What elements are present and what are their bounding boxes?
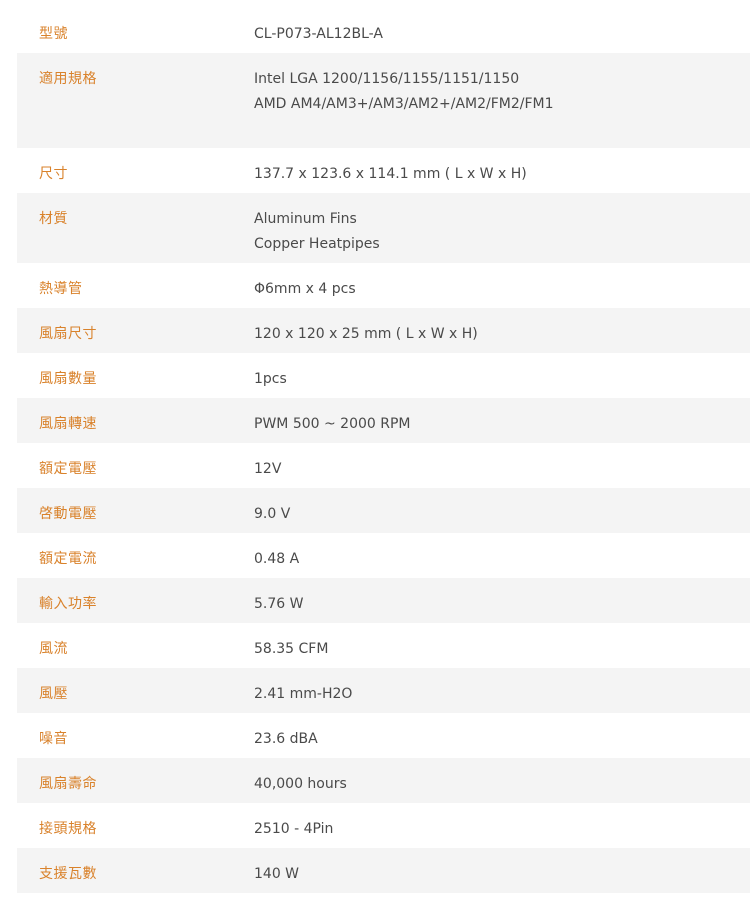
spec-value-line: 0.48 A [254, 551, 300, 567]
spec-value: 23.6 dBA [254, 727, 750, 752]
spec-value: 58.35 CFM [254, 637, 750, 662]
spec-value: 5.76 W [254, 592, 750, 617]
spec-label: 風扇尺寸 [39, 326, 97, 342]
spec-label: 輸入功率 [39, 596, 97, 612]
spec-row-start-voltage: 啓動電壓 9.0 V [17, 488, 750, 533]
spec-row-fan-size: 風扇尺寸 120 x 120 x 25 mm ( L x W x H) [17, 308, 750, 353]
spec-label: 啓動電壓 [39, 506, 97, 522]
spec-value-line: 140 W [254, 866, 300, 882]
spec-row-airflow: 風流 58.35 CFM [17, 623, 750, 668]
spec-value: 9.0 V [254, 502, 750, 527]
spec-value-line: CL-P073-AL12BL-A [254, 26, 383, 42]
spec-row-compatibility: 適用規格 Intel LGA 1200/1156/1155/1151/1150 … [17, 53, 750, 148]
spec-value-line: 58.35 CFM [254, 641, 329, 657]
spec-label: 風扇數量 [39, 371, 97, 387]
spec-row-rated-voltage: 額定電壓 12V [17, 443, 750, 488]
spec-value-line: 23.6 dBA [254, 731, 318, 747]
spec-value-line: 9.0 V [254, 506, 291, 522]
spec-row-heatpipes: 熱導管 Φ6mm x 4 pcs [17, 263, 750, 308]
spec-label: 風扇轉速 [39, 416, 97, 432]
spec-value: Aluminum Fins Copper Heatpipes [254, 207, 750, 257]
spec-value-line: 1pcs [254, 371, 287, 387]
spec-value: 0.48 A [254, 547, 750, 572]
spec-value-line: 12V [254, 461, 282, 477]
spec-label: 材質 [39, 211, 68, 227]
spec-value-line: Aluminum Fins [254, 211, 357, 227]
spec-table: 型號 CL-P073-AL12BL-A 適用規格 Intel LGA 1200/… [17, 8, 750, 893]
spec-row-fan-speed: 風扇轉速 PWM 500 ~ 2000 RPM [17, 398, 750, 443]
spec-value-line: Intel LGA 1200/1156/1155/1151/1150 [254, 71, 520, 87]
spec-value-line: Copper Heatpipes [254, 236, 380, 252]
spec-value-line: Φ6mm x 4 pcs [254, 281, 356, 297]
spec-row-noise: 噪音 23.6 dBA [17, 713, 750, 758]
spec-value-line: 2510 - 4Pin [254, 821, 334, 837]
spec-value: 120 x 120 x 25 mm ( L x W x H) [254, 322, 750, 347]
spec-label: 接頭規格 [39, 821, 97, 837]
spec-value-line: PWM 500 ~ 2000 RPM [254, 416, 411, 432]
spec-value: 2510 - 4Pin [254, 817, 750, 842]
spec-value-line: 120 x 120 x 25 mm ( L x W x H) [254, 326, 478, 342]
spec-value-line: AMD AM4/AM3+/AM3/AM2+/AM2/FM2/FM1 [254, 96, 554, 112]
spec-label: 風扇壽命 [39, 776, 97, 792]
spec-value: 40,000 hours [254, 772, 750, 797]
spec-row-tdp: 支援瓦數 140 W [17, 848, 750, 893]
spec-label: 熱導管 [39, 281, 83, 297]
spec-label: 風流 [39, 641, 68, 657]
spec-value: 12V [254, 457, 750, 482]
spec-row-connector: 接頭規格 2510 - 4Pin [17, 803, 750, 848]
spec-label: 額定電壓 [39, 461, 97, 477]
spec-label: 支援瓦數 [39, 866, 97, 882]
spec-value: Φ6mm x 4 pcs [254, 277, 750, 302]
spec-label: 風壓 [39, 686, 68, 702]
spec-value-line: 40,000 hours [254, 776, 347, 792]
spec-value: 137.7 x 123.6 x 114.1 mm ( L x W x H) [254, 162, 750, 187]
spec-label: 尺寸 [39, 166, 68, 182]
spec-label: 額定電流 [39, 551, 97, 567]
spec-value-line: 137.7 x 123.6 x 114.1 mm ( L x W x H) [254, 166, 527, 182]
spec-row-air-pressure: 風壓 2.41 mm-H2O [17, 668, 750, 713]
spec-value: 140 W [254, 862, 750, 887]
spec-row-model: 型號 CL-P073-AL12BL-A [17, 8, 750, 53]
spec-value: CL-P073-AL12BL-A [254, 22, 750, 47]
spec-row-fan-lifespan: 風扇壽命 40,000 hours [17, 758, 750, 803]
spec-value-line: 5.76 W [254, 596, 304, 612]
spec-value-line: 2.41 mm-H2O [254, 686, 353, 702]
spec-value: 1pcs [254, 367, 750, 392]
spec-label: 型號 [39, 26, 68, 42]
spec-value: PWM 500 ~ 2000 RPM [254, 412, 750, 437]
spec-label: 噪音 [39, 731, 68, 747]
spec-value: Intel LGA 1200/1156/1155/1151/1150 AMD A… [254, 67, 750, 117]
spec-row-fan-count: 風扇數量 1pcs [17, 353, 750, 398]
spec-row-dimensions: 尺寸 137.7 x 123.6 x 114.1 mm ( L x W x H) [17, 148, 750, 193]
spec-row-input-power: 輸入功率 5.76 W [17, 578, 750, 623]
spec-label: 適用規格 [39, 71, 97, 87]
spec-row-rated-current: 額定電流 0.48 A [17, 533, 750, 578]
spec-value: 2.41 mm-H2O [254, 682, 750, 707]
spec-row-material: 材質 Aluminum Fins Copper Heatpipes [17, 193, 750, 263]
